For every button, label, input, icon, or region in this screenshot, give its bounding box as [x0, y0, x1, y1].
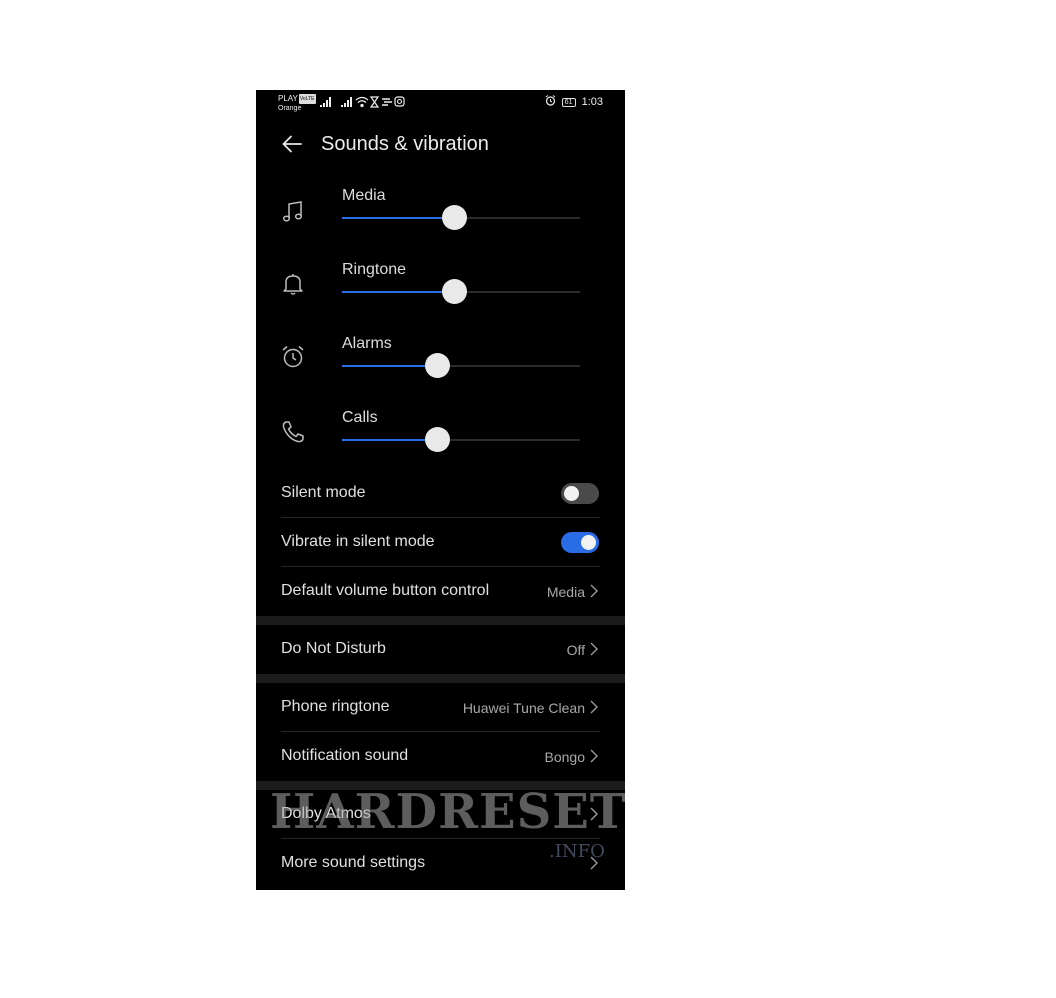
wifi-icon — [355, 96, 369, 108]
instagram-icon — [394, 96, 405, 107]
volume-row-ringtone: Ringtone — [256, 261, 625, 335]
page-title: Sounds & vibration — [321, 133, 489, 155]
slider-thumb[interactable] — [441, 279, 467, 304]
carrier-name-secondary: Orange — [278, 105, 302, 112]
notification-sound-row[interactable]: Notification sound Bongo — [256, 732, 625, 781]
phone-ringtone-row[interactable]: Phone ringtone Huawei Tune Clean — [256, 683, 625, 732]
vibrate-silent-toggle[interactable] — [561, 532, 599, 553]
chevron-right-icon — [590, 642, 598, 656]
slider-thumb[interactable] — [441, 205, 467, 230]
chevron-right-icon — [590, 807, 598, 821]
alarm-clock-icon — [282, 345, 304, 368]
slider-fill — [342, 439, 438, 441]
volume-label: Alarms — [342, 335, 392, 352]
section-gap — [256, 674, 625, 683]
chevron-right-icon — [590, 584, 598, 598]
default-volume-label: Default volume button control — [281, 582, 490, 599]
volume-slider-media[interactable] — [342, 205, 580, 230]
phone-ringtone-label: Phone ringtone — [281, 698, 390, 715]
default-volume-value: Media — [546, 584, 585, 600]
back-arrow-icon[interactable] — [280, 132, 304, 156]
slider-fill — [342, 217, 454, 219]
do-not-disturb-value: Off — [566, 642, 585, 658]
do-not-disturb-label: Do Not Disturb — [281, 640, 386, 657]
phone-screen: PLAY VoLTE Orange 61 1:03 Sounds & vibra… — [256, 90, 625, 890]
status-bar: PLAY VoLTE Orange 61 1:03 — [256, 90, 625, 118]
slider-thumb[interactable] — [425, 427, 451, 452]
notification-sound-label: Notification sound — [281, 747, 409, 764]
dolby-atmos-row[interactable]: Dolby Atmos — [256, 790, 625, 839]
volume-slider-ringtone[interactable] — [342, 279, 580, 304]
header: Sounds & vibration — [256, 128, 625, 164]
chevron-right-icon — [590, 856, 598, 870]
signal-icon-2 — [341, 97, 352, 107]
chevron-right-icon — [590, 700, 598, 714]
section-gap — [256, 616, 625, 625]
silent-mode-row[interactable]: Silent mode — [256, 469, 625, 518]
slider-fill — [342, 365, 438, 367]
volume-row-media: Media — [256, 187, 625, 261]
silent-mode-label: Silent mode — [281, 484, 366, 501]
volte-badge: VoLTE — [298, 94, 316, 104]
volume-label: Media — [342, 187, 386, 204]
section-gap — [256, 781, 625, 790]
more-sound-settings-label: More sound settings — [281, 854, 426, 871]
hourglass-icon — [369, 96, 380, 108]
volume-label: Calls — [342, 409, 378, 426]
music-note-icon — [282, 201, 303, 222]
status-icons-left — [320, 96, 405, 108]
status-icons-right: 61 1:03 — [545, 95, 603, 108]
alarm-status-icon — [545, 95, 555, 106]
volume-label: Ringtone — [342, 261, 407, 278]
toggle-knob — [564, 486, 579, 501]
default-volume-row[interactable]: Default volume button control Media — [256, 567, 625, 616]
volume-row-alarms: Alarms — [256, 335, 625, 409]
silent-mode-toggle[interactable] — [561, 483, 599, 504]
slider-fill — [342, 291, 454, 293]
slider-thumb[interactable] — [425, 353, 451, 378]
vibrate-silent-row[interactable]: Vibrate in silent mode — [256, 518, 625, 567]
carrier-name: PLAY — [278, 94, 298, 103]
notification-sound-value: Bongo — [544, 749, 585, 765]
phone-ringtone-value: Huawei Tune Clean — [462, 700, 585, 716]
battery-icon: 61 — [561, 98, 576, 107]
phone-icon — [282, 421, 304, 443]
volume-slider-alarms[interactable] — [342, 353, 580, 378]
toggle-knob — [581, 535, 596, 550]
carrier-info: PLAY VoLTE Orange — [278, 94, 316, 114]
dolby-atmos-label: Dolby Atmos — [281, 805, 371, 822]
chevron-right-icon — [590, 749, 598, 763]
data-saver-icon — [382, 98, 392, 106]
more-sound-settings-row[interactable]: More sound settings — [256, 839, 625, 888]
volume-slider-calls[interactable] — [342, 427, 580, 452]
vibrate-silent-label: Vibrate in silent mode — [281, 533, 435, 550]
clock: 1:03 — [581, 96, 603, 108]
signal-icon — [320, 97, 331, 107]
bell-icon — [283, 274, 303, 295]
do-not-disturb-row[interactable]: Do Not Disturb Off — [256, 625, 625, 674]
